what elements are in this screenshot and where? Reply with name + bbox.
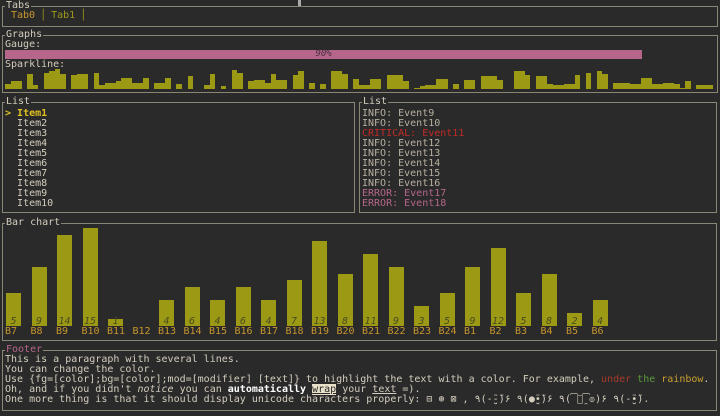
rainbow-the: the (637, 374, 656, 385)
gauge-text: 90% (315, 49, 332, 59)
sparkline-bar (298, 71, 304, 89)
footer-period: . (703, 374, 710, 385)
sparkline-bar (524, 75, 531, 89)
bar-category-label: B19 (311, 326, 330, 337)
bar-category-label: B9 (56, 326, 69, 337)
tab-0[interactable]: Tab0 (11, 10, 35, 21)
sparkline-bar (309, 83, 315, 89)
footer-line-5: One more thing is that it should display… (5, 394, 650, 405)
bar-category-label: B15 (209, 326, 228, 337)
rainbow-under: under (601, 374, 632, 385)
highlight-symbol (5, 198, 17, 209)
bar (312, 241, 327, 326)
item-list-title: List (5, 96, 32, 107)
bar-category-label: B5 (566, 326, 579, 337)
bar-category-label: B12 (132, 326, 151, 337)
bar (490, 247, 506, 326)
item-list-panel: List (2, 97, 355, 213)
sparkline-bar (453, 84, 459, 89)
sparkline-bar (176, 84, 182, 89)
event-list-title: List (362, 96, 389, 107)
sparkline-bar (585, 73, 592, 89)
bar-category-label: B21 (362, 326, 381, 337)
bar-category-label: B4 (540, 326, 553, 337)
bar (82, 228, 98, 326)
sparkline (5, 68, 713, 89)
list-item-label: Item10 (17, 198, 54, 209)
sparkline-bar (143, 78, 149, 89)
bar-category-label: B22 (387, 326, 406, 337)
sparkline-bar (602, 74, 608, 89)
bar-category-label: B8 (30, 326, 43, 337)
rainbow-rainbow: rainbow (661, 374, 704, 385)
sparkline-bar (237, 73, 243, 89)
tab-bar: Tab0 │ Tab1 │ (11, 10, 87, 21)
tabs-panel: Tabs Tab0 │ Tab1 │ (2, 1, 718, 27)
bar-category-label: B18 (285, 326, 304, 337)
gauge-label: Gauge: (5, 39, 42, 50)
bar-category-label: B14 (183, 326, 202, 337)
sparkline-bar (707, 85, 713, 89)
bar-category-label: B13 (158, 326, 177, 337)
bar (57, 234, 72, 326)
sparkline-bar (16, 81, 22, 89)
sparkline-bar (82, 74, 88, 89)
sparkline-bar (32, 85, 39, 89)
event-item[interactable]: ERROR: Event18 (362, 199, 446, 209)
tab-1[interactable]: Tab1 (51, 10, 75, 21)
gauge: 90% (5, 49, 643, 59)
sparkline-bar (375, 79, 382, 89)
bar-category-label: B1 (464, 326, 477, 337)
sparkline-bar (574, 75, 581, 89)
bar-category-label: B17 (260, 326, 279, 337)
sparkline-bar (187, 76, 194, 89)
bar-category-label: B20 (336, 326, 355, 337)
list-item[interactable]: Item10 (5, 199, 53, 209)
sparkline-bar (281, 80, 288, 89)
sparkline-bar (165, 78, 171, 89)
sparkline-bar (403, 81, 409, 89)
sparkline-bar (209, 74, 216, 89)
sparkline-bar (441, 79, 448, 89)
bar-category-label: B2 (489, 326, 502, 337)
bar-category-label: B24 (438, 326, 457, 337)
sparkline-bar (469, 80, 476, 89)
sparkline-bar (220, 86, 227, 89)
bar-category-label: B10 (81, 326, 100, 337)
bar-category-label: B16 (234, 326, 253, 337)
sparkline-bar (685, 81, 691, 89)
bar-category-label: B7 (5, 326, 18, 337)
bar-category-label: B11 (107, 326, 126, 337)
sparkline-bar (497, 80, 503, 89)
bar-chart-title: Bar chart (5, 217, 62, 228)
scroll-handle[interactable] (298, 0, 301, 6)
sparkline-bar (342, 74, 348, 89)
bar-category-label: B23 (413, 326, 432, 337)
sparkline-bar (60, 74, 66, 89)
sparkline-bar (320, 84, 326, 89)
bar-category-label: B6 (591, 326, 604, 337)
bar-category-label: B3 (515, 326, 528, 337)
